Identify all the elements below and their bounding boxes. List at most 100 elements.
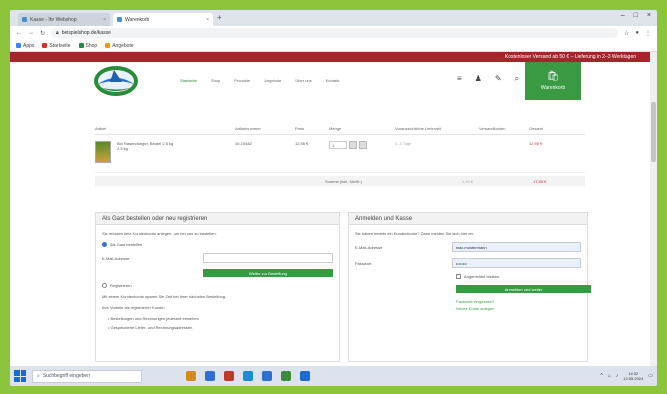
- cart-total-row: Summe (inkl. MwSt.) 4,90 € 17,85 €: [95, 176, 585, 186]
- edit-icon[interactable]: ✎: [495, 74, 502, 84]
- update-quantity-button[interactable]: [349, 141, 357, 149]
- clock-date: 12.05.2024: [623, 376, 644, 381]
- menu-dots-icon[interactable]: ⋮: [645, 30, 651, 37]
- continue-as-guest-button[interactable]: Weiter zur Bestellung: [203, 269, 333, 277]
- bookmark-item[interactable]: Startseite: [42, 42, 71, 49]
- radio-selected-icon: [102, 242, 107, 247]
- tray-chevron-icon[interactable]: ^: [600, 373, 602, 379]
- login-button[interactable]: Anmelden und weiter: [456, 285, 591, 293]
- bookmark-icon: [16, 43, 21, 48]
- bookmark-item[interactable]: Apps: [16, 43, 34, 49]
- bookmark-label: Shop: [85, 42, 98, 49]
- tab-label: Kasse - Ihr Webshop: [30, 16, 77, 23]
- total-shipping: 4,90 €: [461, 178, 474, 184]
- cart-label: Warenkorb: [540, 85, 566, 91]
- product-variant: 2,5 kg: [117, 146, 128, 151]
- header-icons: ≡ ♟ ✎ ⌕: [457, 74, 519, 84]
- browser-icon[interactable]: [300, 371, 310, 381]
- page-scrollbar[interactable]: [650, 52, 657, 366]
- web-page: Kostenloser Versand ab 50 € – Lieferung …: [10, 52, 650, 366]
- guest-option-radio[interactable]: Als Gast bestellen: [102, 242, 333, 247]
- total-label: Summe (inkl. MwSt.): [325, 178, 362, 184]
- nav-item[interactable]: Kontakt: [326, 78, 340, 83]
- word-icon[interactable]: [262, 371, 272, 381]
- tab-favicon-icon: [22, 17, 27, 22]
- username-label: E-Mail-Adresse: [355, 244, 383, 250]
- volume-icon[interactable]: ♪: [616, 373, 619, 379]
- bookmark-item[interactable]: Shop: [78, 42, 98, 49]
- new-tab-button[interactable]: +: [217, 13, 222, 23]
- remember-me-checkbox[interactable]: Angemeldet bleiben: [456, 274, 581, 279]
- create-account-link[interactable]: Neues Konto anlegen: [456, 306, 581, 311]
- column-header: Artikel: [95, 126, 107, 131]
- forgot-password-link[interactable]: Passwort vergessen?: [456, 299, 581, 304]
- app-icon[interactable]: [224, 371, 234, 381]
- browser-tab-2[interactable]: Warenkorb ×: [113, 13, 213, 26]
- cart-button[interactable]: 🛍︎ Warenkorb: [525, 62, 581, 100]
- tab-close-icon[interactable]: ×: [206, 17, 209, 23]
- notification-icon[interactable]: ▭: [648, 373, 653, 379]
- search-icon[interactable]: ⌕: [515, 74, 519, 84]
- maximize-button[interactable]: □: [634, 12, 638, 19]
- guest-option-label: Als Gast bestellen: [110, 242, 143, 247]
- close-window-button[interactable]: ×: [647, 12, 651, 19]
- register-option-radio[interactable]: Registrieren: [102, 283, 333, 288]
- taskbar-apps: [186, 371, 310, 381]
- panel-title: Als Gast bestellen oder neu registrieren: [96, 213, 339, 225]
- cart-table: Artikel Artikelnummer Preis Menge Voraus…: [95, 126, 585, 186]
- user-icon[interactable]: ♟: [475, 74, 482, 84]
- forward-arrow-icon[interactable]: →: [28, 30, 34, 36]
- bookmark-label: Startseite: [49, 42, 71, 49]
- panel-title: Anmelden und Kasse: [349, 213, 587, 225]
- network-icon[interactable]: ⌂: [608, 373, 611, 379]
- checkbox-icon: [456, 274, 461, 279]
- benefits-list: Bestellungen und Rechnungen jederzeit ei…: [102, 316, 333, 330]
- tab-favicon-icon: [117, 17, 122, 22]
- profile-icon[interactable]: ●: [635, 30, 639, 37]
- login-panel: Anmelden und Kasse Sie haben bereits ein…: [348, 212, 591, 362]
- lock-icon: 🔒︎: [56, 30, 59, 36]
- list-icon[interactable]: ≡: [457, 74, 462, 84]
- excel-icon[interactable]: [281, 371, 291, 381]
- password-label: Passwort: [355, 260, 372, 266]
- password-field[interactable]: ••••••••: [451, 258, 581, 268]
- back-arrow-icon[interactable]: ←: [16, 30, 22, 36]
- minimize-button[interactable]: –: [621, 12, 625, 19]
- browser-toolbar: ← → ↻ 🔒︎ beispielshop.de/kasse ☆ ● ⋮: [10, 26, 657, 40]
- nav-item[interactable]: Produkte: [234, 78, 250, 83]
- system-tray: ^ ⌂ ♪ 14:32 12.05.2024 ▭: [600, 371, 653, 381]
- star-icon[interactable]: ☆: [624, 30, 629, 37]
- scrollbar-thumb[interactable]: [651, 102, 656, 162]
- column-header: Menge: [329, 126, 342, 131]
- os-taskbar: ⌕ Suchbegriff eingeben ^ ⌂ ♪ 14:32 12.05…: [10, 366, 657, 386]
- folder-icon[interactable]: [186, 371, 196, 381]
- bookmark-icon: [105, 43, 111, 48]
- username-field[interactable]: max.mustermann: [451, 242, 581, 252]
- browser-tab-1[interactable]: Kasse - Ihr Webshop ×: [18, 13, 110, 26]
- taskbar-search[interactable]: ⌕ Suchbegriff eingeben: [32, 369, 142, 383]
- tab-close-icon[interactable]: ×: [103, 17, 106, 23]
- product-image[interactable]: [95, 141, 111, 163]
- guest-checkout-panel: Als Gast bestellen oder neu registrieren…: [95, 212, 340, 362]
- email-field[interactable]: [203, 253, 333, 263]
- nav-item[interactable]: Startseite: [180, 78, 197, 83]
- store-icon[interactable]: [243, 371, 253, 381]
- nav-item[interactable]: Über uns: [295, 78, 311, 83]
- address-bar[interactable]: 🔒︎ beispielshop.de/kasse: [51, 28, 618, 38]
- bookmark-label: Angebote: [112, 42, 134, 49]
- bookmark-item[interactable]: Angebote: [105, 42, 134, 49]
- browser-tab-strip: Kasse - Ihr Webshop × Warenkorb × + – □ …: [10, 10, 657, 26]
- quantity-input[interactable]: 1: [329, 141, 347, 149]
- nav-item[interactable]: Shop: [211, 78, 220, 83]
- reload-icon[interactable]: ↻: [40, 30, 45, 37]
- windows-start-icon[interactable]: [14, 370, 26, 382]
- mail-icon[interactable]: [205, 371, 215, 381]
- list-item: Bestellungen und Rechnungen jederzeit ei…: [108, 316, 333, 321]
- remove-item-button[interactable]: [359, 141, 367, 149]
- taskbar-clock[interactable]: 14:32 12.05.2024: [623, 371, 643, 381]
- promo-text: Kostenloser Versand ab 50 € – Lieferung …: [504, 54, 636, 60]
- site-header: Startseite Shop Produkte Angebote Über u…: [10, 62, 650, 100]
- site-logo[interactable]: [92, 64, 140, 98]
- main-navigation: Startseite Shop Produkte Angebote Über u…: [180, 78, 339, 83]
- nav-item[interactable]: Angebote: [264, 78, 281, 83]
